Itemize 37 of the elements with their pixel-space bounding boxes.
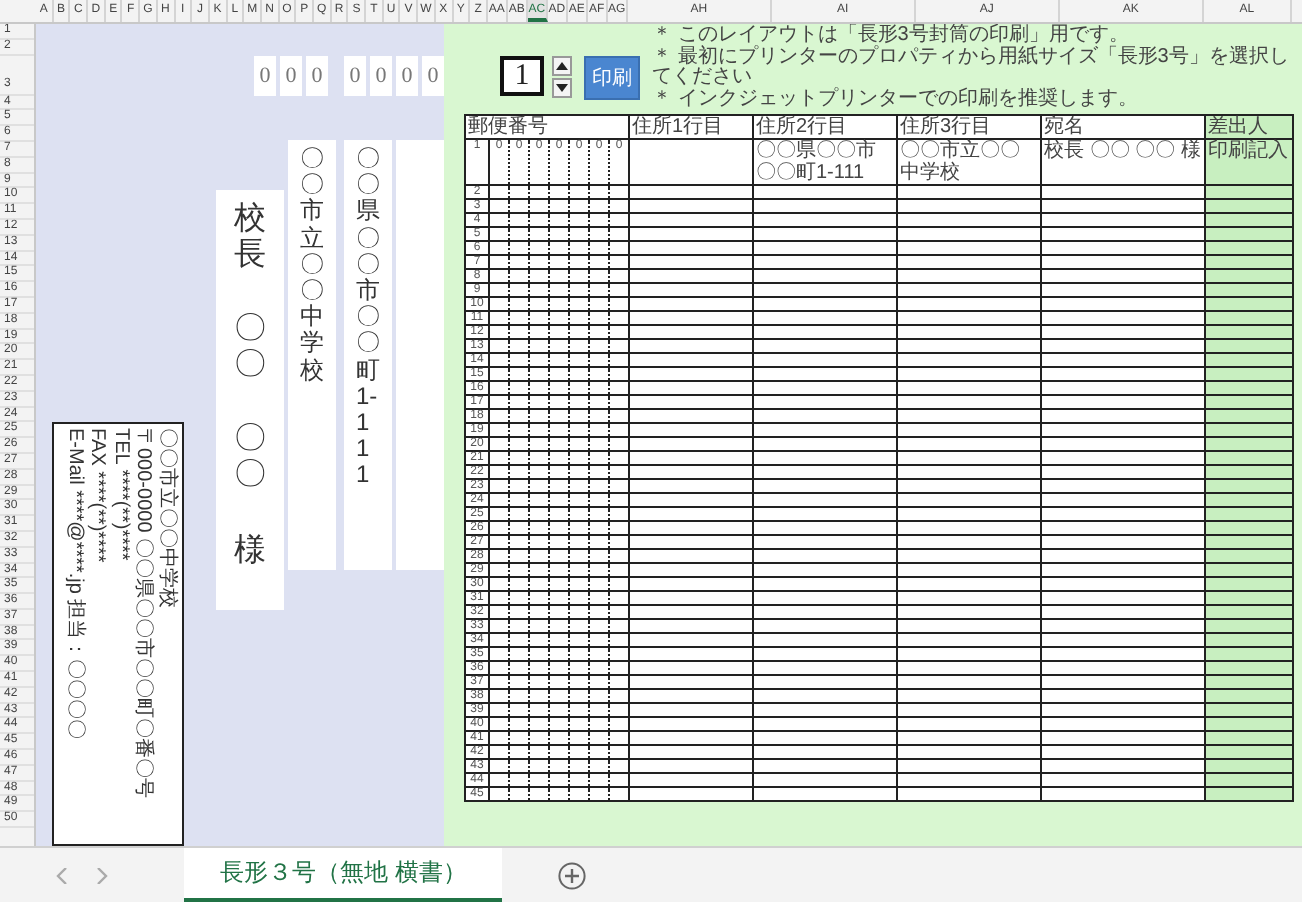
sender-text: 〇〇市立〇〇中学校 (155, 428, 178, 612)
table-cell: 印刷記入 (1205, 139, 1293, 185)
spinner-field[interactable]: 1 (500, 56, 544, 96)
sender-text: E-Mail ****@****.jp 担当：〇〇〇〇 (63, 428, 86, 744)
sender-text: TEL ****(**)**** (109, 428, 132, 565)
column-heading: 郵便番号 (465, 115, 629, 139)
note-text: ＊ 最初にプリンターのプロパティから用紙サイズ「長形3号」を選択してください (652, 47, 1291, 88)
postal-digit-box: 0 (254, 56, 276, 96)
postal-digit-box: 0 (422, 56, 444, 96)
note-text: ＊ このレイアウトは「長形3号封筒の印刷」用です。 (652, 26, 1131, 46)
postal-digit-box: 0 (344, 56, 366, 96)
postal-digit-box: 0 (396, 56, 418, 96)
spin-down-button[interactable] (552, 78, 572, 98)
recipient-text: 様 (234, 533, 266, 569)
column-heading: 住所1行目 (629, 115, 753, 139)
column-heading: 住所3行目 (897, 115, 1041, 139)
sheet-tab[interactable]: 長形３号（無地 横書） (184, 848, 503, 902)
column-heading: 宛名 (1041, 115, 1205, 139)
table-cell: 〇〇県〇〇市〇〇町1-111 (753, 139, 897, 185)
spin-up-button[interactable] (552, 56, 572, 76)
table-cell: 校長 〇〇 〇〇 様 (1041, 139, 1205, 185)
sender-text: 〒000-0000 〇〇県〇〇市〇〇町〇番〇号 (132, 428, 155, 803)
postal-digit-box: 0 (306, 56, 328, 96)
address-text: 〇〇市立〇〇中学校 (300, 146, 324, 384)
add-sheet-icon[interactable] (558, 861, 587, 889)
sender-text: FAX ****(**)**** (86, 428, 109, 567)
recipient-text: 校長 (234, 202, 266, 273)
address-text: 〇〇県〇〇市〇〇町1-111 (356, 146, 380, 489)
column-heading: 住所2行目 (753, 115, 897, 139)
column-heading: 差出人 (1205, 115, 1293, 139)
postal-digit-box: 0 (370, 56, 392, 96)
note-text: ＊ インクジェットプリンターでの印刷を推奨します。 (652, 89, 1140, 110)
postal-digit-box: 0 (280, 56, 302, 96)
table-cell: 〇〇市立〇〇中学校 (897, 139, 1041, 185)
print-button[interactable]: 印刷 (584, 56, 640, 100)
recipient-text: 〇〇 (234, 422, 266, 494)
recipient-text: 〇〇 (234, 312, 266, 383)
